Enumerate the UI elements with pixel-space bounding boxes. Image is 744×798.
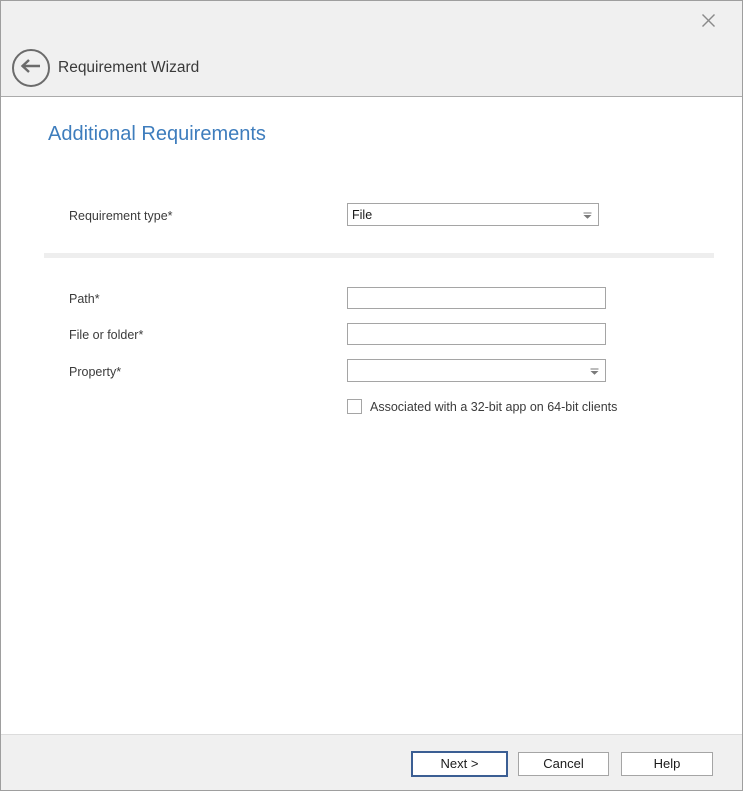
requirement-type-label: Requirement type* xyxy=(69,209,173,223)
file-or-folder-label: File or folder* xyxy=(69,328,143,342)
back-button[interactable] xyxy=(12,49,50,87)
cancel-button[interactable]: Cancel xyxy=(518,752,609,776)
path-input[interactable] xyxy=(347,287,606,309)
help-button[interactable]: Help xyxy=(621,752,713,776)
chevron-down-icon xyxy=(590,364,599,378)
dialog-footer: Next > Cancel Help xyxy=(1,734,742,790)
close-icon[interactable] xyxy=(698,10,718,30)
dialog-header: Requirement Wizard xyxy=(1,1,742,97)
file-or-folder-input[interactable] xyxy=(347,323,606,345)
requirement-type-value: File xyxy=(352,208,583,222)
chevron-down-icon xyxy=(583,208,592,222)
screen: Requirement Wizard Additional Requiremen… xyxy=(0,0,744,798)
requirement-type-dropdown[interactable]: File xyxy=(347,203,599,226)
property-label: Property* xyxy=(69,365,121,379)
requirement-wizard-dialog: Requirement Wizard Additional Requiremen… xyxy=(0,0,743,791)
back-arrow-icon xyxy=(20,59,42,78)
dialog-title: Requirement Wizard xyxy=(58,59,199,77)
next-button[interactable]: Next > xyxy=(411,751,508,777)
path-label: Path* xyxy=(69,292,100,306)
section-divider xyxy=(44,253,714,258)
associated-checkbox-row: Associated with a 32-bit app on 64-bit c… xyxy=(347,399,617,414)
associated-checkbox-label: Associated with a 32-bit app on 64-bit c… xyxy=(370,400,617,414)
page-title: Additional Requirements xyxy=(48,123,266,146)
property-dropdown[interactable] xyxy=(347,359,606,382)
associated-checkbox[interactable] xyxy=(347,399,362,414)
